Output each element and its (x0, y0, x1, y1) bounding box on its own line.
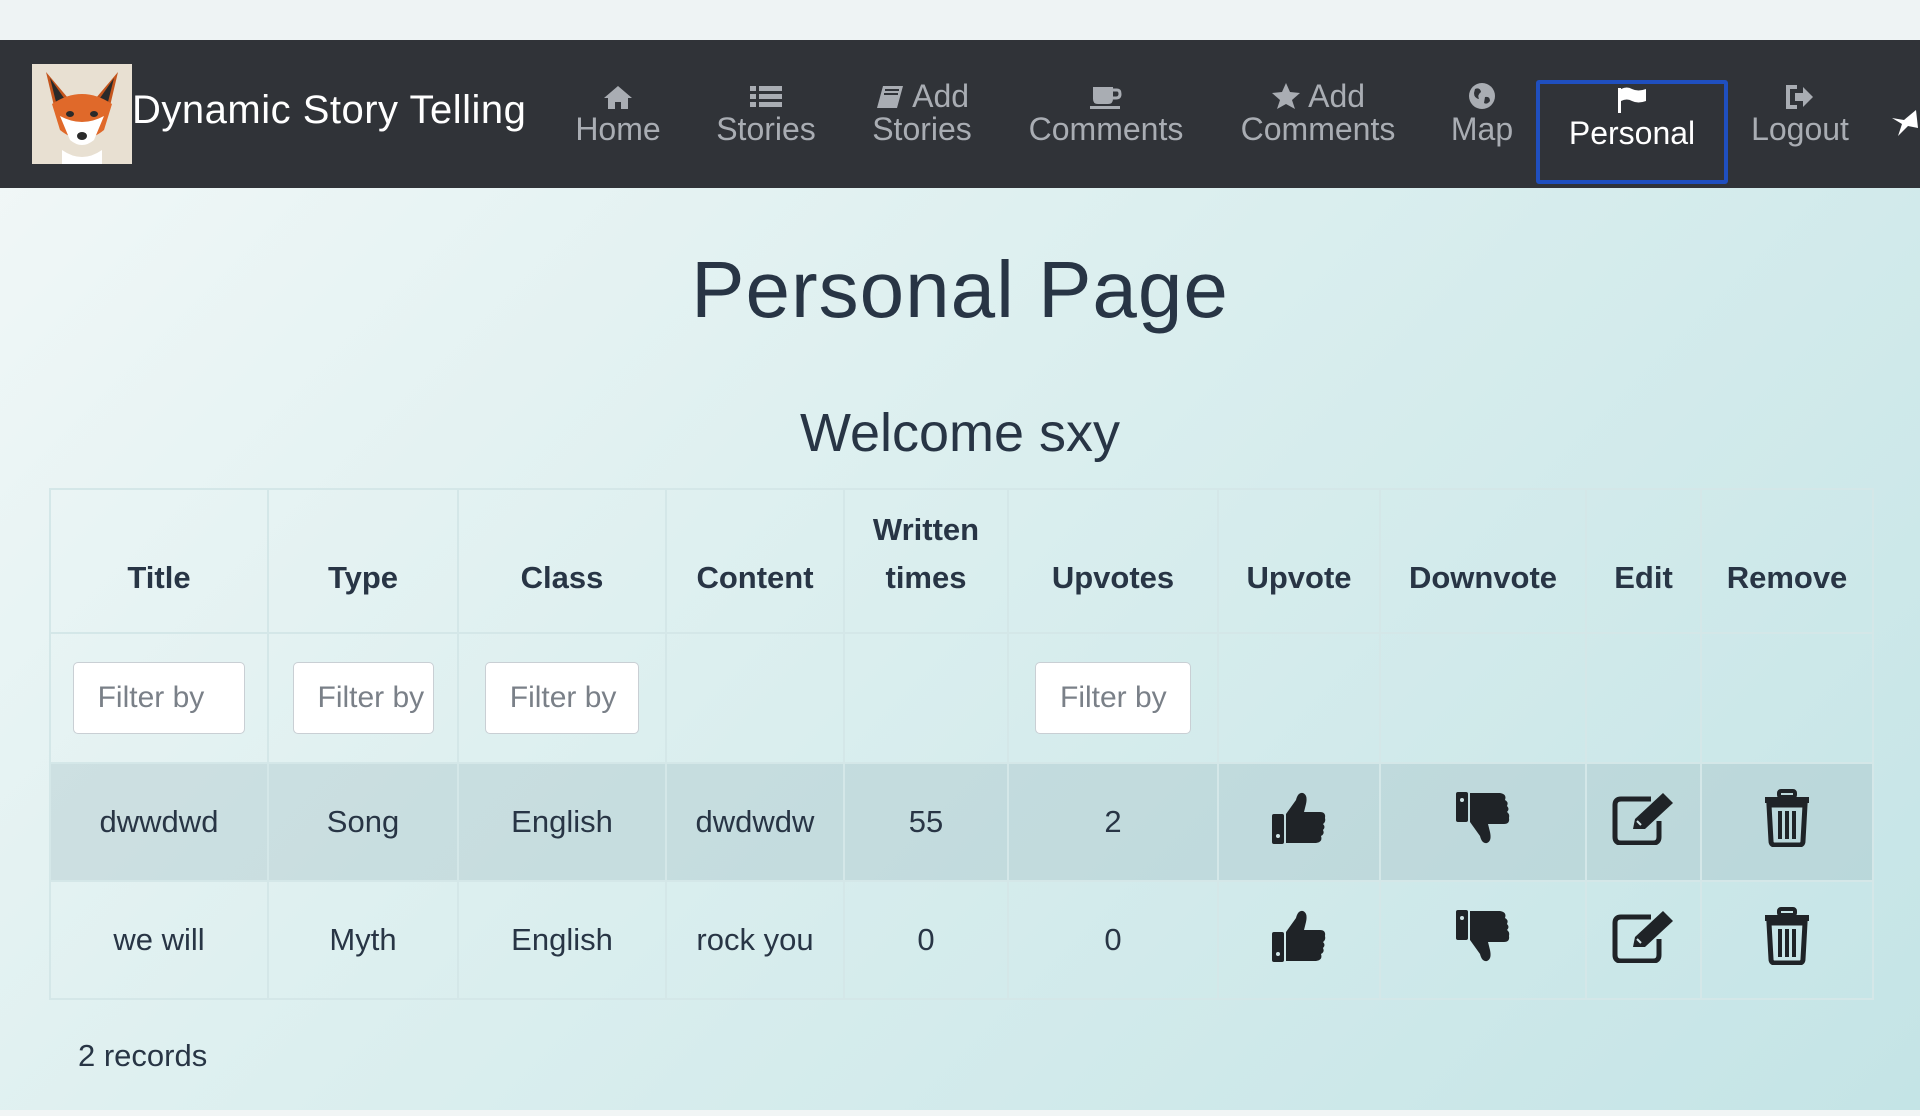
thumbs-down-icon[interactable] (1454, 790, 1512, 854)
nav-add-stories[interactable]: Add Stories (862, 80, 982, 184)
thumbs-up-icon[interactable] (1270, 908, 1328, 972)
nav-home-label: Home (575, 111, 661, 147)
browser-top-strip (0, 0, 1920, 40)
edit-icon[interactable] (1611, 791, 1677, 853)
cell-written-times: 0 (843, 880, 1009, 1000)
col-header-type[interactable]: Type (267, 488, 459, 634)
bird-icon (1892, 110, 1918, 136)
nav-add-stories-line1: Add (912, 78, 970, 114)
nav-logout[interactable]: Logout (1744, 80, 1856, 184)
col-header-content[interactable]: Content (665, 488, 845, 634)
globe-icon (1469, 83, 1495, 109)
filter-title-input[interactable]: Filter by (72, 662, 246, 734)
nav-add-stories-label: Stories (872, 111, 972, 147)
fox-logo-icon[interactable] (32, 64, 132, 164)
cell-class: English (457, 762, 667, 882)
col-header-written-times[interactable]: Written times (843, 488, 1009, 634)
cell-written-times: 55 (843, 762, 1009, 882)
nav-logout-label: Logout (1751, 111, 1849, 147)
filter-class-input[interactable]: Filter by (484, 662, 640, 734)
col-header-class[interactable]: Class (457, 488, 667, 634)
filter-type-input[interactable]: Filter by (292, 662, 434, 734)
cell-class: English (457, 880, 667, 1000)
stories-table: Title Type Class Content Written times Up… (49, 488, 1874, 1000)
thumbs-up-icon[interactable] (1270, 790, 1328, 854)
cell-type: Song (267, 762, 459, 882)
nav-comments-label: Comments (1028, 111, 1184, 147)
trash-icon[interactable] (1763, 907, 1811, 973)
coffee-icon (1090, 87, 1122, 109)
nav-personal-label: Personal (1568, 115, 1696, 151)
nav-add-comments[interactable]: Add Comments (1232, 80, 1404, 184)
navbar: Dynamic Story Telling Home Stories Add S… (0, 40, 1920, 188)
col-header-title[interactable]: Title (49, 488, 269, 634)
col-header-upvote: Upvote (1217, 488, 1381, 634)
cell-type: Myth (267, 880, 459, 1000)
filter-upvotes-input[interactable]: Filter by (1035, 662, 1191, 734)
nav-add-comments-line1: Add (1308, 78, 1366, 114)
col-header-written-times-line2: times (885, 560, 967, 595)
nav-map[interactable]: Map (1440, 80, 1524, 184)
trash-icon[interactable] (1763, 789, 1811, 855)
list-icon (750, 86, 782, 107)
records-count: 2 records (78, 1038, 208, 1073)
flag-icon (1618, 87, 1646, 113)
logout-icon (1786, 85, 1813, 109)
nav-stories-label: Stories (716, 111, 816, 147)
col-header-downvote: Downvote (1379, 488, 1587, 634)
bottom-strip (0, 1110, 1920, 1116)
nav-map-label: Map (1450, 111, 1514, 147)
thumbs-down-icon[interactable] (1454, 908, 1512, 972)
table-row: we will Myth English rock you 0 0 (49, 880, 1874, 1000)
edit-icon[interactable] (1611, 909, 1677, 971)
page-title: Personal Page (691, 245, 1229, 334)
table-row: dwwdwd Song English dwdwdw 55 2 (49, 762, 1874, 882)
col-header-remove: Remove (1700, 488, 1874, 634)
star-icon (1271, 83, 1300, 109)
nav-stories[interactable]: Stories (706, 80, 826, 184)
cell-upvotes: 2 (1007, 762, 1219, 882)
cell-title: dwwdwd (49, 762, 269, 882)
filter-row: Filter by Filter by Filter by Filter by (49, 632, 1874, 764)
brand-title[interactable]: Dynamic Story Telling (132, 88, 526, 133)
col-header-upvotes[interactable]: Upvotes (1007, 488, 1219, 634)
cell-content: dwdwdw (665, 762, 845, 882)
welcome-message: Welcome sxy (799, 403, 1121, 463)
nav-comments[interactable]: Comments (1020, 80, 1192, 184)
nav-personal[interactable]: Personal (1536, 80, 1728, 184)
home-icon (604, 86, 632, 109)
col-header-written-times-line1: Written (872, 512, 980, 547)
cell-content: rock you (665, 880, 845, 1000)
cell-title: we will (49, 880, 269, 1000)
nav-add-comments-label: Comments (1240, 111, 1396, 147)
nav-home[interactable]: Home (568, 80, 668, 184)
cell-upvotes: 0 (1007, 880, 1219, 1000)
book-icon (876, 86, 903, 108)
header-row: Title Type Class Content Written times Up… (49, 488, 1874, 634)
col-header-edit: Edit (1585, 488, 1702, 634)
